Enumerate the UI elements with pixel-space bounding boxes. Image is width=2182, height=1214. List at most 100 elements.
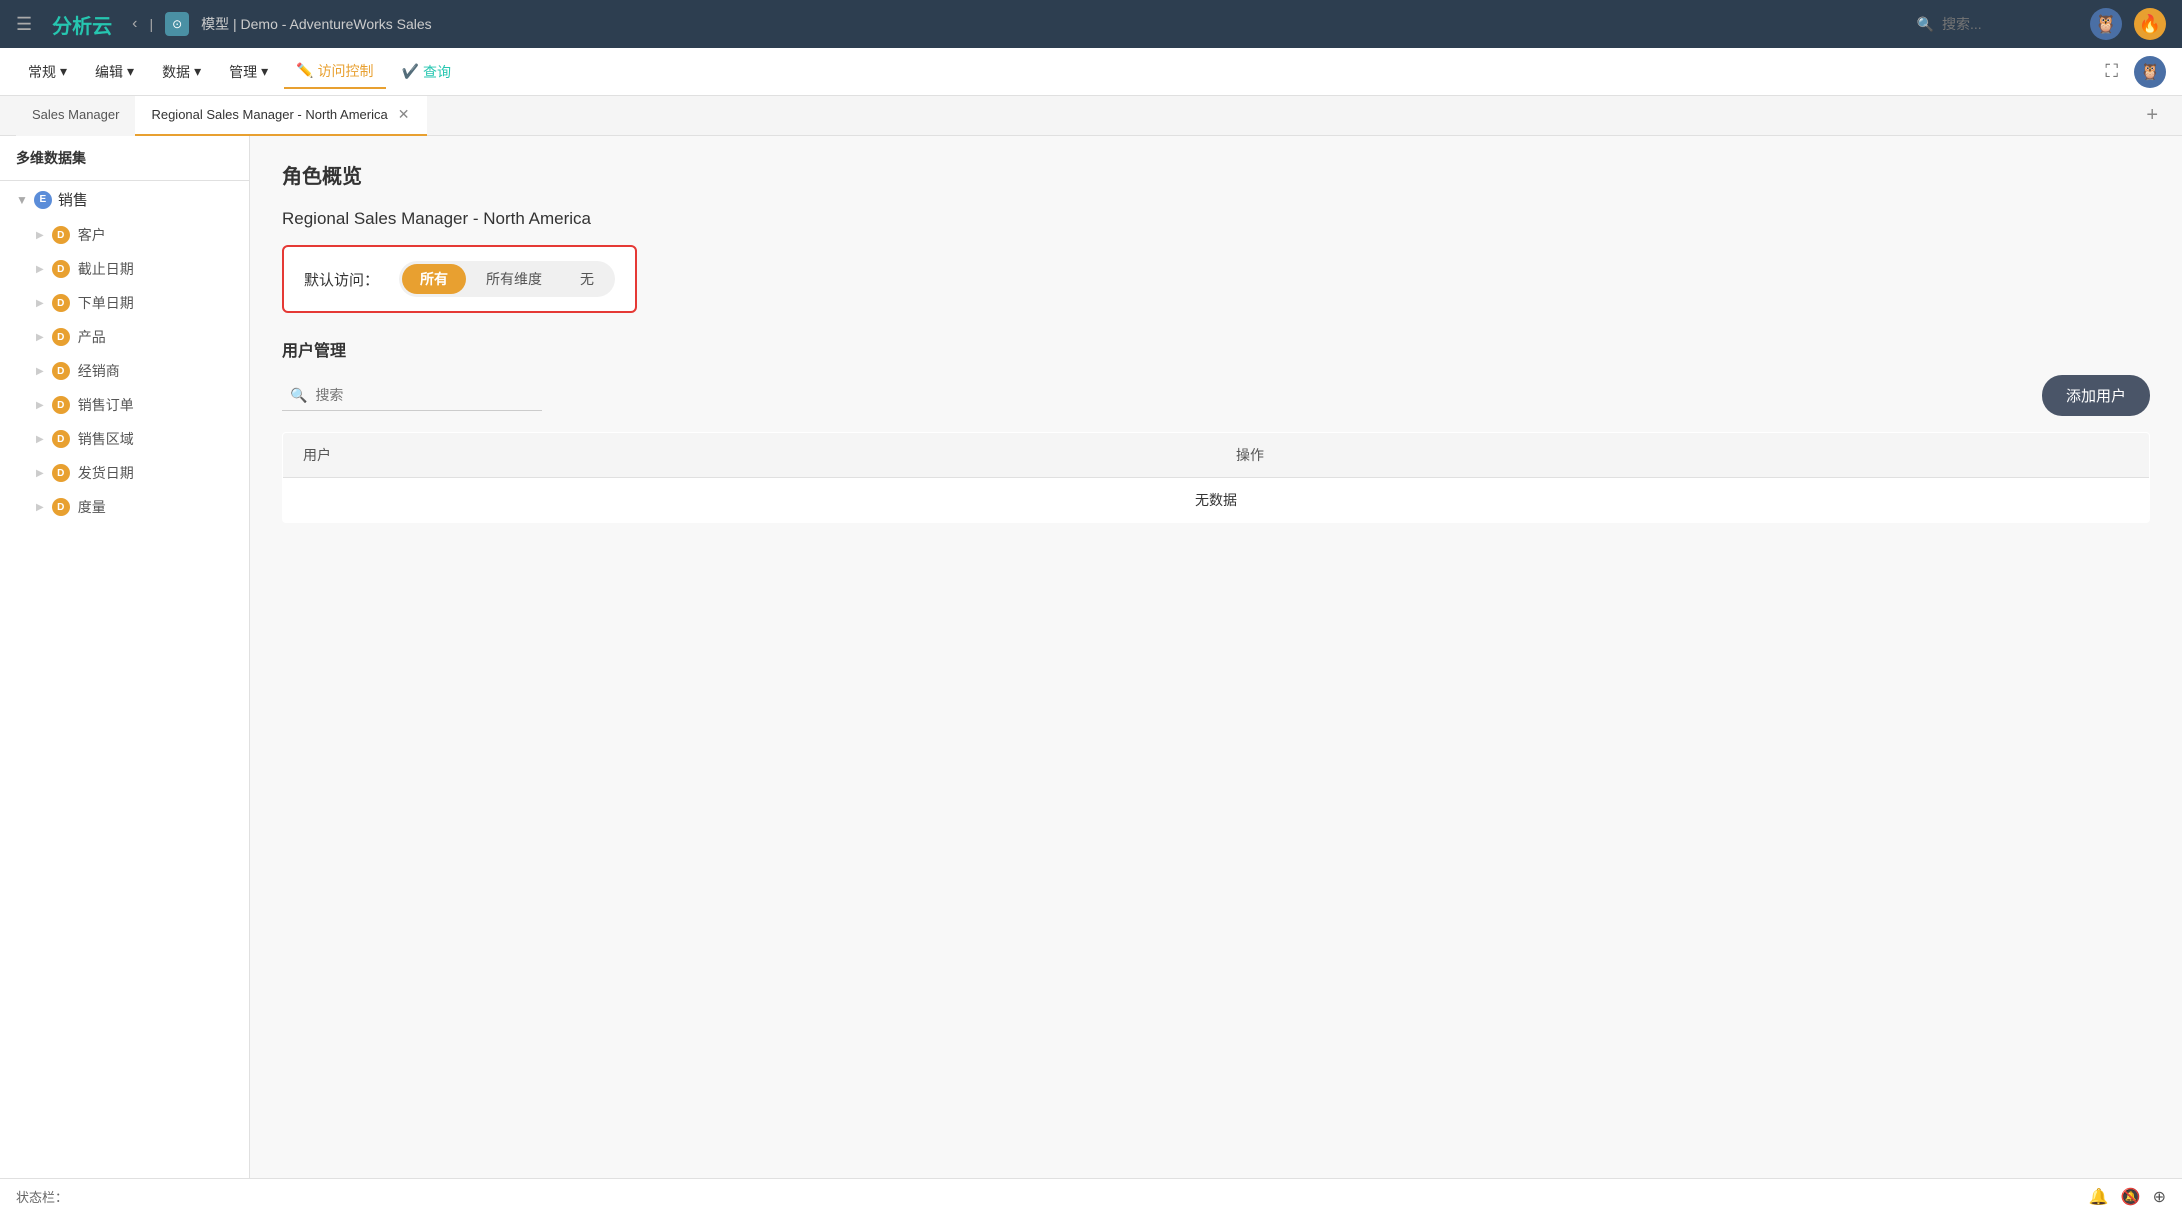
- sidebar-label-product: 产品: [78, 327, 106, 347]
- user-table: 用户 操作 无数据: [282, 432, 2150, 523]
- nav-manage-arrow: ▾: [261, 63, 268, 80]
- nav-manage[interactable]: 管理 ▾: [217, 56, 280, 88]
- nav-data[interactable]: 数据 ▾: [150, 56, 213, 88]
- section-title: 角色概览: [282, 160, 2150, 189]
- badge-d-product: D: [52, 328, 70, 346]
- sidebar-label-dealer: 经销商: [78, 361, 120, 381]
- table-header-user: 用户: [283, 433, 1217, 478]
- search-bar: 🔍: [1917, 16, 2062, 33]
- sidebar-item-measure[interactable]: ▶ D 度量: [0, 490, 249, 524]
- sidebar-label-shipdate: 发货日期: [78, 463, 134, 483]
- expand-icon[interactable]: ⛶: [2097, 57, 2126, 86]
- nav-access-control[interactable]: ✏️ 访问控制: [284, 55, 385, 89]
- access-toggle-group: 所有 所有维度 无: [399, 261, 615, 297]
- table-row-no-data: 无数据: [283, 478, 2150, 523]
- add-user-button[interactable]: 添加用户: [2042, 375, 2150, 416]
- sidebar-group-sales-label: 销售: [58, 189, 88, 210]
- badge-e-icon: E: [34, 191, 52, 209]
- badge-d-shipdate: D: [52, 464, 70, 482]
- top-bar: ☰ 分析云 ‹ | ⊙ 模型 | Demo - AdventureWorks S…: [0, 0, 2182, 48]
- sidebar: 多维数据集 ▼ E 销售 ▶ D 客户 ▶ D 截止日期 ▶ D 下单日期 ▶ …: [0, 136, 250, 1178]
- owl-avatar[interactable]: 🦉: [2090, 8, 2122, 40]
- badge-d-dealer: D: [52, 362, 70, 380]
- badge-d-customer: D: [52, 226, 70, 244]
- nav-data-label: 数据: [162, 62, 190, 82]
- search-box: 🔍: [282, 381, 542, 411]
- badge-d-orderdate: D: [52, 294, 70, 312]
- sidebar-group-sales[interactable]: ▼ E 销售: [0, 181, 249, 218]
- group-arrow-down: ▼: [16, 193, 28, 207]
- search-input[interactable]: [1942, 16, 2062, 32]
- tab-add-button[interactable]: +: [2138, 100, 2166, 131]
- nav-avatar[interactable]: 🦉: [2134, 56, 2166, 88]
- secondary-nav: 常规 ▾ 编辑 ▾ 数据 ▾ 管理 ▾ ✏️ 访问控制 ✔️ 查询 ⛶ 🦉: [0, 48, 2182, 96]
- nav-edit-label: 编辑: [95, 62, 123, 82]
- item-arrow-cutoffdate: ▶: [36, 264, 44, 275]
- sidebar-label-orderdate: 下单日期: [78, 293, 134, 313]
- app-logo: 分析云: [52, 10, 112, 39]
- status-label: 状态栏：: [16, 1187, 68, 1206]
- badge-d-measure: D: [52, 498, 70, 516]
- access-control-box: 默认访问： 所有 所有维度 无: [282, 245, 637, 313]
- sidebar-item-product[interactable]: ▶ D 产品: [0, 320, 249, 354]
- badge-d-salesregion: D: [52, 430, 70, 448]
- sidebar-item-salesorder[interactable]: ▶ D 销售订单: [0, 388, 249, 422]
- badge-d-cutoffdate: D: [52, 260, 70, 278]
- sidebar-item-dealer[interactable]: ▶ D 经销商: [0, 354, 249, 388]
- sidebar-item-shipdate[interactable]: ▶ D 发货日期: [0, 456, 249, 490]
- table-header-operation: 操作: [1216, 433, 2150, 478]
- user-management-title: 用户管理: [282, 337, 2150, 361]
- content-area: 角色概览 Regional Sales Manager - North Amer…: [250, 136, 2182, 1178]
- user-search-input[interactable]: [315, 387, 515, 403]
- status-bar: 状态栏： 🔔 🔕 ⊕: [0, 1178, 2182, 1214]
- nav-manage-label: 管理: [229, 62, 257, 82]
- tab-regional-label: Regional Sales Manager - North America: [151, 107, 387, 122]
- access-option-all[interactable]: 所有: [402, 264, 466, 294]
- mute-icon[interactable]: 🔕: [2121, 1187, 2141, 1207]
- access-option-all-dimensions[interactable]: 所有维度: [468, 264, 560, 294]
- item-arrow-measure: ▶: [36, 502, 44, 513]
- sidebar-title: 多维数据集: [0, 136, 249, 181]
- sidebar-label-salesorder: 销售订单: [78, 395, 134, 415]
- nav-access-icon: ✏️: [296, 62, 313, 79]
- sidebar-item-cutoffdate[interactable]: ▶ D 截止日期: [0, 252, 249, 286]
- tab-close-icon[interactable]: ✕: [396, 104, 412, 125]
- sidebar-item-salesregion[interactable]: ▶ D 销售区域: [0, 422, 249, 456]
- hamburger-icon[interactable]: ☰: [16, 14, 32, 35]
- nav-access-label: 访问控制: [318, 61, 374, 81]
- item-arrow-orderdate: ▶: [36, 298, 44, 309]
- sidebar-item-orderdate[interactable]: ▶ D 下单日期: [0, 286, 249, 320]
- flame-icon[interactable]: 🔥: [2134, 8, 2166, 40]
- sidebar-label-salesregion: 销售区域: [78, 429, 134, 449]
- role-name: Regional Sales Manager - North America: [282, 209, 2150, 229]
- top-bar-icons: 🦉 🔥: [2090, 8, 2166, 40]
- add-circle-icon[interactable]: ⊕: [2153, 1187, 2166, 1207]
- sidebar-label-measure: 度量: [78, 497, 106, 517]
- tab-regional-sales-manager[interactable]: Regional Sales Manager - North America ✕: [135, 96, 427, 136]
- sidebar-item-customer[interactable]: ▶ D 客户: [0, 218, 249, 252]
- access-option-none[interactable]: 无: [562, 264, 612, 294]
- nav-data-arrow: ▾: [194, 63, 201, 80]
- model-title: 模型 | Demo - AdventureWorks Sales: [201, 14, 432, 34]
- nav-query-icon: ✔️: [402, 63, 419, 80]
- item-arrow-shipdate: ▶: [36, 468, 44, 479]
- tab-sales-manager[interactable]: Sales Manager: [16, 96, 135, 136]
- nav-query[interactable]: ✔️ 查询: [390, 56, 463, 88]
- search-icon: 🔍: [290, 387, 307, 404]
- nav-general[interactable]: 常规 ▾: [16, 56, 79, 88]
- nav-edit-arrow: ▾: [127, 63, 134, 80]
- status-icons: 🔔 🔕 ⊕: [2089, 1187, 2166, 1207]
- tab-sales-manager-label: Sales Manager: [32, 107, 119, 122]
- sidebar-label-cutoffdate: 截止日期: [78, 259, 134, 279]
- nav-query-label: 查询: [423, 62, 451, 82]
- main-layout: 多维数据集 ▼ E 销售 ▶ D 客户 ▶ D 截止日期 ▶ D 下单日期 ▶ …: [0, 136, 2182, 1178]
- search-row: 🔍 添加用户: [282, 375, 2150, 416]
- item-arrow-product: ▶: [36, 332, 44, 343]
- nav-edit[interactable]: 编辑 ▾: [83, 56, 146, 88]
- separator: |: [149, 16, 153, 32]
- item-arrow-dealer: ▶: [36, 366, 44, 377]
- item-arrow-salesregion: ▶: [36, 434, 44, 445]
- notification-icon[interactable]: 🔔: [2089, 1187, 2109, 1207]
- no-data-text: 无数据: [283, 478, 2150, 523]
- back-button[interactable]: ‹: [132, 15, 137, 33]
